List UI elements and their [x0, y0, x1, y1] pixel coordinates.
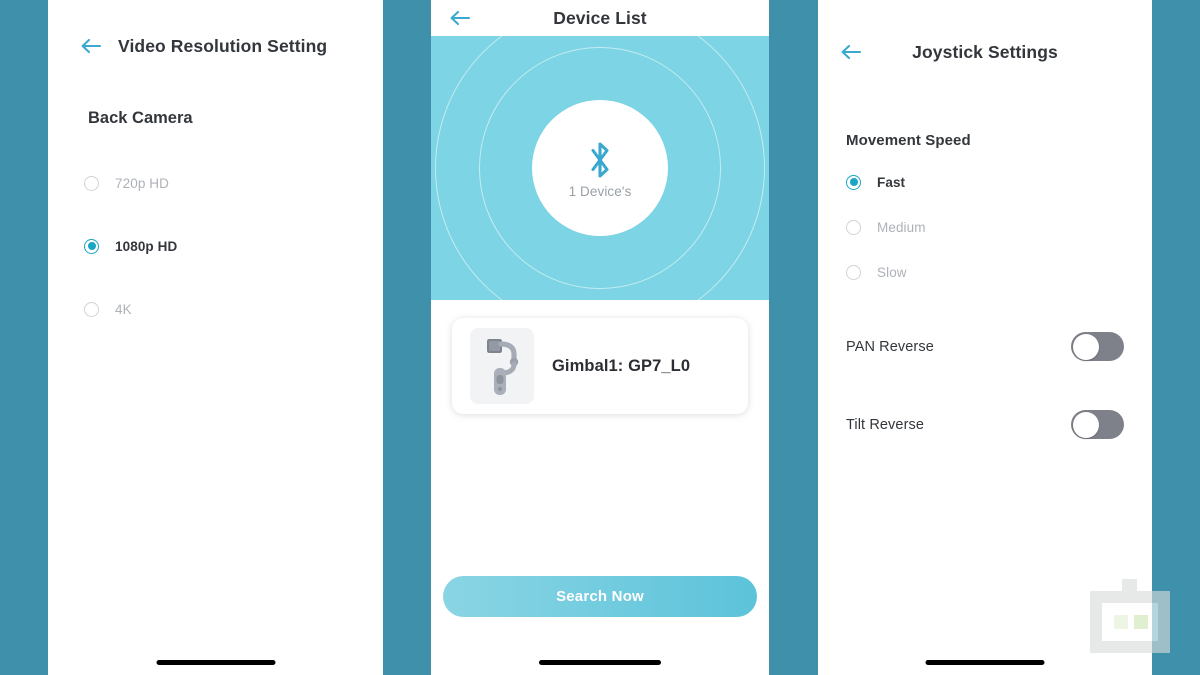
- resolution-option-label: 1080p HD: [115, 238, 178, 254]
- gimbal-icon: [470, 328, 534, 404]
- home-indicator: [925, 660, 1045, 665]
- search-button-wrap: Search Now: [431, 576, 769, 617]
- resolution-option-1080p[interactable]: 1080p HD: [48, 231, 383, 261]
- phone-screen-video-resolution: Video Resolution Setting Back Camera 720…: [48, 0, 383, 675]
- page-title: Joystick Settings: [912, 41, 1058, 62]
- pan-reverse-label: PAN Reverse: [846, 338, 934, 355]
- device-count-label: 1 Device's: [568, 183, 632, 199]
- resolution-option-label: 720p HD: [115, 175, 169, 191]
- speed-option-label: Medium: [877, 219, 926, 235]
- speed-option-label: Fast: [877, 174, 906, 190]
- resolution-options-list: 720p HD 1080p HD 4K: [48, 168, 383, 324]
- resolution-option-720p[interactable]: 720p HD: [48, 168, 383, 198]
- device-name-label: Gimbal1: GP7_L0: [552, 356, 691, 375]
- tilt-reverse-label: Tilt Reverse: [846, 416, 925, 433]
- device-list-nav-bar: Device List: [431, 0, 769, 36]
- pan-reverse-toggle[interactable]: [1071, 332, 1124, 361]
- toggle-knob: [1072, 411, 1099, 438]
- speed-option-fast[interactable]: Fast: [846, 171, 1124, 193]
- phone-screen-device-list: Device List 1 Device's Gimbal1: GP7_L0 S…: [431, 0, 769, 675]
- pan-reverse-row: PAN Reverse: [846, 332, 1124, 361]
- back-camera-section-title: Back Camera: [88, 109, 193, 127]
- speed-option-slow[interactable]: Slow: [846, 261, 1124, 283]
- arrow-left-icon[interactable]: [78, 33, 104, 59]
- joystick-settings-body: Movement Speed Fast Medium Slow PAN Reve…: [818, 132, 1152, 439]
- screenshot-stage: Video Resolution Setting Back Camera 720…: [0, 0, 1200, 675]
- arrow-left-icon[interactable]: [447, 5, 473, 31]
- movement-speed-options-list: Fast Medium Slow: [846, 171, 1124, 283]
- speed-option-label: Slow: [877, 264, 907, 280]
- resolution-option-label: 4K: [115, 301, 132, 317]
- radio-icon-medium[interactable]: [846, 219, 861, 235]
- device-cards-area: Gimbal1: GP7_L0: [431, 300, 769, 414]
- home-indicator: [156, 660, 275, 665]
- device-list-item[interactable]: Gimbal1: GP7_L0: [452, 318, 748, 414]
- radio-icon-fast[interactable]: [846, 174, 861, 190]
- home-indicator: [539, 660, 661, 665]
- page-title: Device List: [553, 7, 647, 28]
- radio-icon-720p[interactable]: [84, 175, 99, 191]
- tilt-reverse-row: Tilt Reverse: [846, 410, 1124, 439]
- tilt-reverse-toggle[interactable]: [1071, 410, 1124, 439]
- movement-speed-section-title: Movement Speed: [846, 132, 971, 149]
- radio-icon-slow[interactable]: [846, 264, 861, 280]
- radio-icon-4k[interactable]: [84, 301, 99, 317]
- bluetooth-scan-button[interactable]: 1 Device's: [532, 100, 668, 236]
- resolution-option-4k[interactable]: 4K: [48, 294, 383, 324]
- bluetooth-scan-splash: 1 Device's: [431, 36, 769, 300]
- radio-icon-1080p[interactable]: [84, 238, 99, 254]
- joystick-settings-nav-bar: Joystick Settings: [818, 34, 1152, 70]
- video-resolution-nav-bar: Video Resolution Setting: [48, 28, 383, 64]
- bluetooth-icon: [585, 138, 615, 182]
- phone-screen-joystick-settings: Joystick Settings Movement Speed Fast Me…: [818, 0, 1152, 675]
- speed-option-medium[interactable]: Medium: [846, 216, 1124, 238]
- arrow-left-icon[interactable]: [838, 39, 864, 65]
- search-now-button[interactable]: Search Now: [443, 576, 757, 617]
- toggle-knob: [1072, 333, 1099, 360]
- page-title: Video Resolution Setting: [118, 35, 328, 56]
